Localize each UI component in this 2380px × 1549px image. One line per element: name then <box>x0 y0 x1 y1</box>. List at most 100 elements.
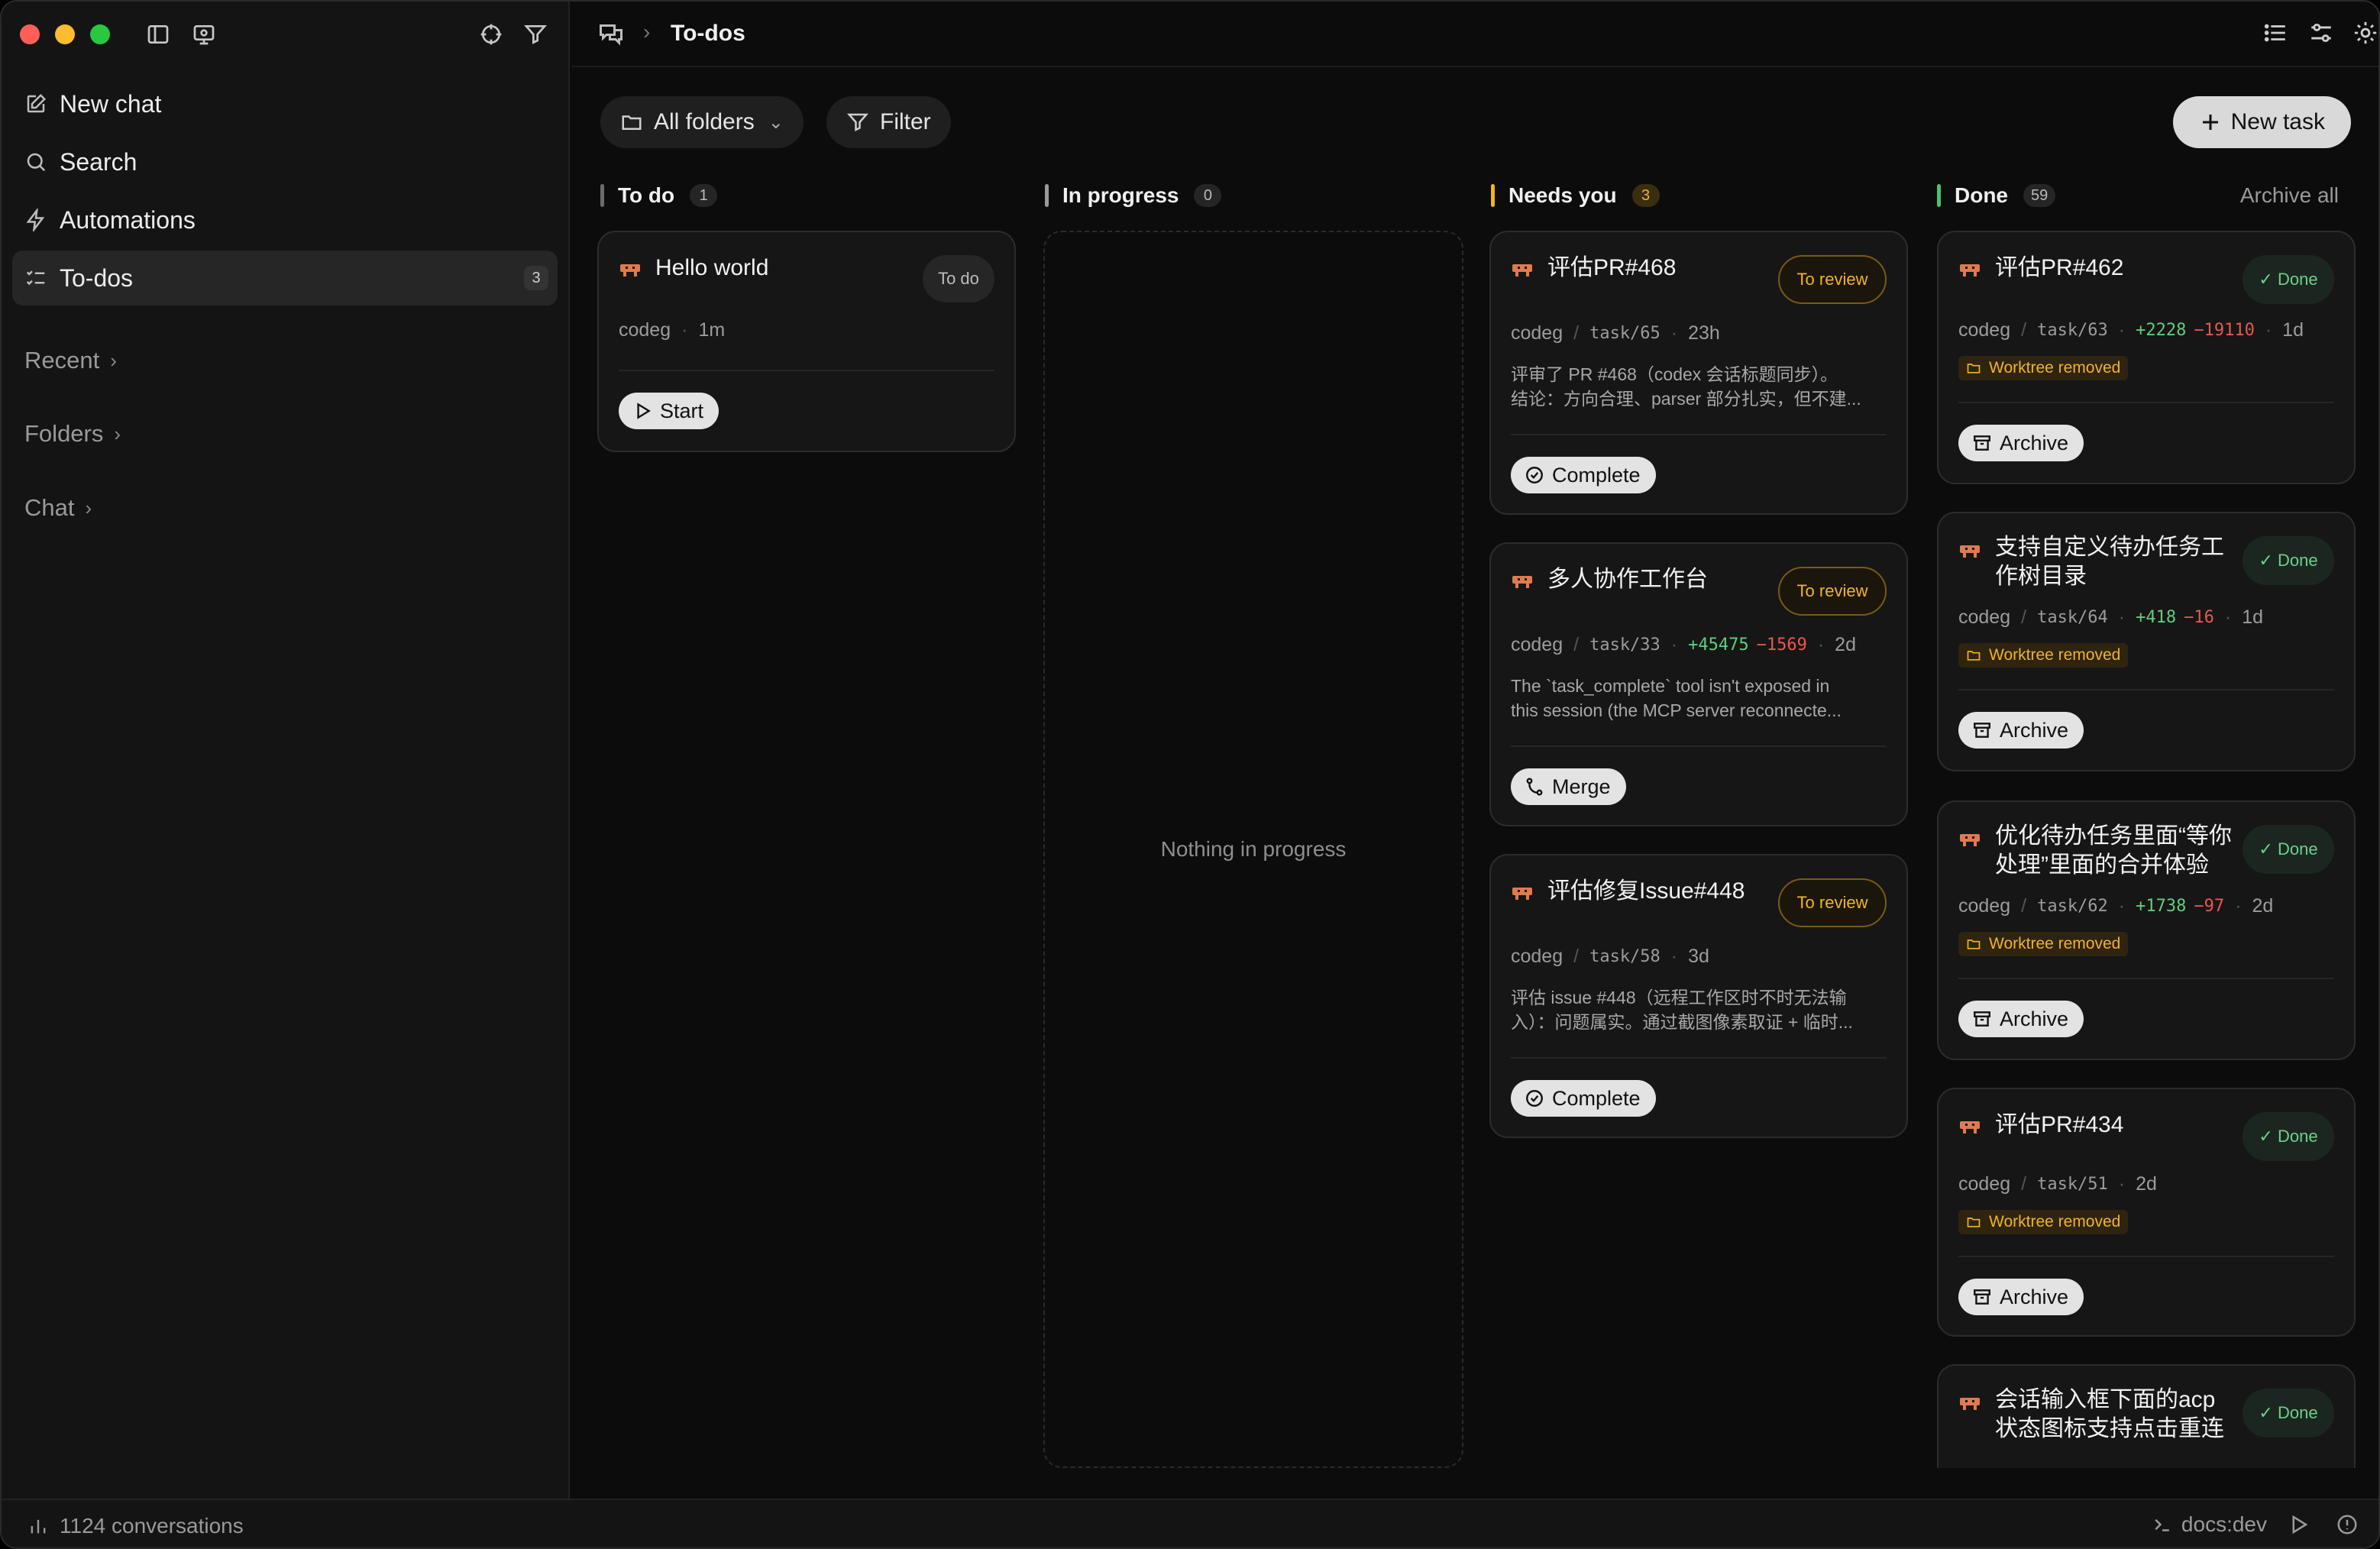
check-icon: ✓ <box>2259 551 2278 570</box>
task-card[interactable]: 评估PR#434 ✓ Done codeg / task/51 · 2d Wor… <box>1937 1088 2356 1337</box>
button-label: Archive <box>2000 1007 2069 1030</box>
status-badge: ✓ Done <box>2243 536 2334 585</box>
task-card[interactable]: 评估PR#462 ✓ Done codeg / task/63 · +2228 … <box>1937 231 2356 484</box>
all-folders-dropdown[interactable]: All folders ⌄ <box>600 96 804 148</box>
conversations-count[interactable]: 1124 conversations <box>27 1514 244 1538</box>
card-divider <box>1511 1057 1887 1059</box>
sliders-icon[interactable] <box>2308 20 2337 49</box>
chevron-right-icon: › <box>85 496 92 519</box>
folders-label: All folders <box>654 109 755 134</box>
chats-icon[interactable] <box>597 20 626 49</box>
folder-name: codeg <box>1958 895 2011 917</box>
task-card[interactable]: 多人协作工作台 To review codeg / task/33 · +454… <box>1489 542 1908 826</box>
column-label: Needs you <box>1509 183 1617 207</box>
task-title: 评估PR#462 <box>1995 255 2124 280</box>
task-card[interactable]: 优化待办任务里面“等你 处理”里面的合并体验 ✓ Done codeg / ta… <box>1937 800 2356 1060</box>
nav-new-chat[interactable]: New chat <box>12 76 558 131</box>
task-meta: codeg · 1m <box>619 319 726 341</box>
check-icon: ✓ <box>2259 839 2278 859</box>
task-branch: task/64 <box>2037 608 2108 627</box>
filter-icon[interactable] <box>521 20 550 49</box>
card-divider <box>1958 689 2334 690</box>
archive-button[interactable]: Archive <box>1958 1279 2084 1315</box>
play-icon <box>637 403 651 419</box>
worktree-removed-badge: Worktree removed <box>1958 1210 2129 1234</box>
play-icon[interactable] <box>2287 1513 2310 1536</box>
task-description-line: 入）：问题属实。通过截图像素取证 + 临时... <box>1511 1012 1853 1032</box>
new-task-button[interactable]: New task <box>2172 96 2351 148</box>
folder-name: codeg <box>1511 946 1563 967</box>
section-folders[interactable]: Folders › <box>24 420 121 448</box>
card-divider <box>619 370 994 371</box>
env-script-label[interactable]: docs:dev <box>2181 1512 2267 1537</box>
sidebar: New chat Search Automations To-dos 3 Rec… <box>2 2 570 1499</box>
task-title-line-2: 作树目录 <box>1995 564 2087 589</box>
task-title: 支持自定义待办任务工 <box>1995 535 2224 560</box>
lines-removed: −16 <box>2184 608 2214 627</box>
check-icon: ✓ <box>2259 270 2278 289</box>
in-progress-empty-area: Nothing in progress <box>1043 231 1463 1468</box>
card-divider <box>1958 1256 2334 1257</box>
complete-button[interactable]: Complete <box>1511 1080 1656 1117</box>
nav-label: To-dos <box>60 264 134 292</box>
column-count: 59 <box>2023 184 2056 207</box>
agent-icon <box>1960 834 1980 846</box>
task-card[interactable]: 评估修复Issue#448 To review codeg / task/58 … <box>1489 854 1908 1138</box>
archive-button[interactable]: Archive <box>1958 712 2084 749</box>
filter-button[interactable]: Filter <box>826 96 951 148</box>
task-card[interactable]: 会话输入框下面的acp 状态图标支持点击重连 ✓ Done <box>1937 1364 2356 1468</box>
column-label: To do <box>618 183 675 207</box>
crosshair-icon[interactable] <box>477 20 506 49</box>
zoom-window-button[interactable] <box>90 24 110 44</box>
nav-label: Search <box>60 147 137 176</box>
sidebar-toggle-icon[interactable] <box>144 20 173 49</box>
task-card[interactable]: 评估PR#468 To review codeg / task/65 · 23h… <box>1489 231 1908 515</box>
task-meta: codeg / task/58 · 3d <box>1511 946 1709 967</box>
button-label: Complete <box>1552 463 1641 487</box>
nav-todos[interactable]: To-dos 3 <box>12 251 558 306</box>
status-bar: 1124 conversations docs:dev <box>2 1499 2378 1547</box>
nav-automations[interactable]: Automations <box>12 192 558 247</box>
complete-button[interactable]: Complete <box>1511 457 1656 493</box>
screen-icon[interactable] <box>189 20 218 49</box>
alert-circle-icon[interactable] <box>2336 1513 2359 1536</box>
archive-button[interactable]: Archive <box>1958 425 2084 461</box>
task-title: 评估PR#468 <box>1547 255 1677 280</box>
status-right-group: docs:dev <box>2151 1512 2359 1537</box>
archive-all-link[interactable]: Archive all <box>2240 183 2339 208</box>
list-view-icon[interactable] <box>2262 20 2291 49</box>
close-window-button[interactable] <box>20 24 40 44</box>
section-label: Folders <box>24 420 104 447</box>
folder-icon <box>1967 651 1981 661</box>
archive-button[interactable]: Archive <box>1958 1001 2084 1037</box>
status-badge: To do <box>923 255 994 302</box>
section-chat[interactable]: Chat › <box>24 494 92 522</box>
gear-icon[interactable] <box>2353 20 2378 49</box>
task-description-line: 评估 issue #448（远程工作区时不时无法输 <box>1511 988 1847 1007</box>
task-card[interactable]: 支持自定义待办任务工 作树目录 ✓ Done codeg / task/64 ·… <box>1937 512 2356 771</box>
task-title: 评估PR#434 <box>1995 1112 2124 1137</box>
task-card[interactable]: Hello world To do codeg · 1m Start <box>597 231 1016 452</box>
section-recent[interactable]: Recent › <box>24 347 117 374</box>
nav-search[interactable]: Search <box>12 134 558 189</box>
nav-label: New chat <box>60 89 162 118</box>
topbar: › To-dos <box>571 2 2378 67</box>
filter-icon <box>846 113 869 132</box>
button-label: Archive <box>2000 718 2069 742</box>
folder-name: codeg <box>619 319 671 341</box>
agent-icon <box>1960 1121 1980 1133</box>
folder-icon <box>1967 1218 1981 1227</box>
agent-icon <box>620 264 640 276</box>
archive-icon <box>1974 723 1990 738</box>
button-label: Complete <box>1552 1086 1641 1110</box>
folder-name: codeg <box>1511 322 1563 344</box>
badge-text: Worktree removed <box>1989 935 2121 952</box>
folder-name: codeg <box>1958 606 2011 628</box>
column-color-bar <box>1491 184 1495 207</box>
agent-icon <box>1512 576 1532 588</box>
minimize-window-button[interactable] <box>55 24 75 44</box>
search-icon <box>27 153 46 172</box>
merge-button[interactable]: Merge <box>1511 768 1626 805</box>
column-count: 1 <box>690 184 718 207</box>
start-button[interactable]: Start <box>619 393 719 429</box>
